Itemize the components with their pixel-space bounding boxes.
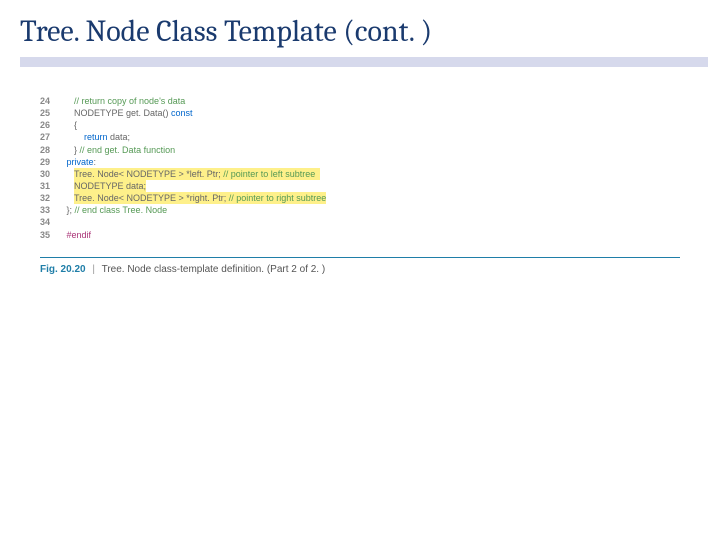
figure-caption-text: Tree. Node class-template definition. (P…	[102, 264, 326, 275]
code-text: Tree. Node< NODETYPE > *left. Ptr; // po…	[64, 168, 680, 180]
line-number: 33	[40, 204, 64, 216]
code-line: 26 {	[40, 119, 680, 131]
code-text: {	[64, 119, 680, 131]
line-number: 35	[40, 229, 64, 241]
code-line: 34	[40, 216, 680, 228]
figure-label: Fig. 20.20	[40, 264, 86, 275]
line-number: 26	[40, 119, 64, 131]
figure-separator: |	[92, 264, 95, 275]
line-number: 27	[40, 131, 64, 143]
code-text: Tree. Node< NODETYPE > *right. Ptr; // p…	[64, 192, 680, 204]
code-text: return data;	[64, 131, 680, 143]
code-line: 24 // return copy of node's data	[40, 95, 680, 107]
code-line: 27 return data;	[40, 131, 680, 143]
code-line: 28 } // end get. Data function	[40, 144, 680, 156]
title-underline	[20, 57, 708, 67]
code-text: private:	[64, 156, 680, 168]
code-text: NODETYPE get. Data() const	[64, 107, 680, 119]
code-listing: 24 // return copy of node's data25 NODET…	[40, 95, 680, 241]
code-line: 31 NODETYPE data;	[40, 180, 680, 192]
line-number: 25	[40, 107, 64, 119]
code-text: #endif	[64, 229, 680, 241]
line-number: 32	[40, 192, 64, 204]
line-number: 31	[40, 180, 64, 192]
line-number: 29	[40, 156, 64, 168]
content-area: 24 // return copy of node's data25 NODET…	[0, 67, 720, 287]
code-line: 35 #endif	[40, 229, 680, 241]
line-number: 34	[40, 216, 64, 228]
line-number: 30	[40, 168, 64, 180]
line-number: 28	[40, 144, 64, 156]
code-text: NODETYPE data;	[64, 180, 680, 192]
code-line: 29 private:	[40, 156, 680, 168]
slide: Tree. Node Class Template (cont. ) 24 //…	[0, 0, 720, 540]
figure-rule	[40, 257, 680, 258]
code-line: 33 }; // end class Tree. Node	[40, 204, 680, 216]
figure-caption: Fig. 20.20 | Tree. Node class-template d…	[40, 262, 680, 277]
code-text: }; // end class Tree. Node	[64, 204, 680, 216]
code-line: 25 NODETYPE get. Data() const	[40, 107, 680, 119]
slide-title: Tree. Node Class Template (cont. )	[0, 0, 720, 57]
code-line: 32 Tree. Node< NODETYPE > *right. Ptr; /…	[40, 192, 680, 204]
code-text: } // end get. Data function	[64, 144, 680, 156]
code-line: 30 Tree. Node< NODETYPE > *left. Ptr; //…	[40, 168, 680, 180]
line-number: 24	[40, 95, 64, 107]
code-text: // return copy of node's data	[64, 95, 680, 107]
